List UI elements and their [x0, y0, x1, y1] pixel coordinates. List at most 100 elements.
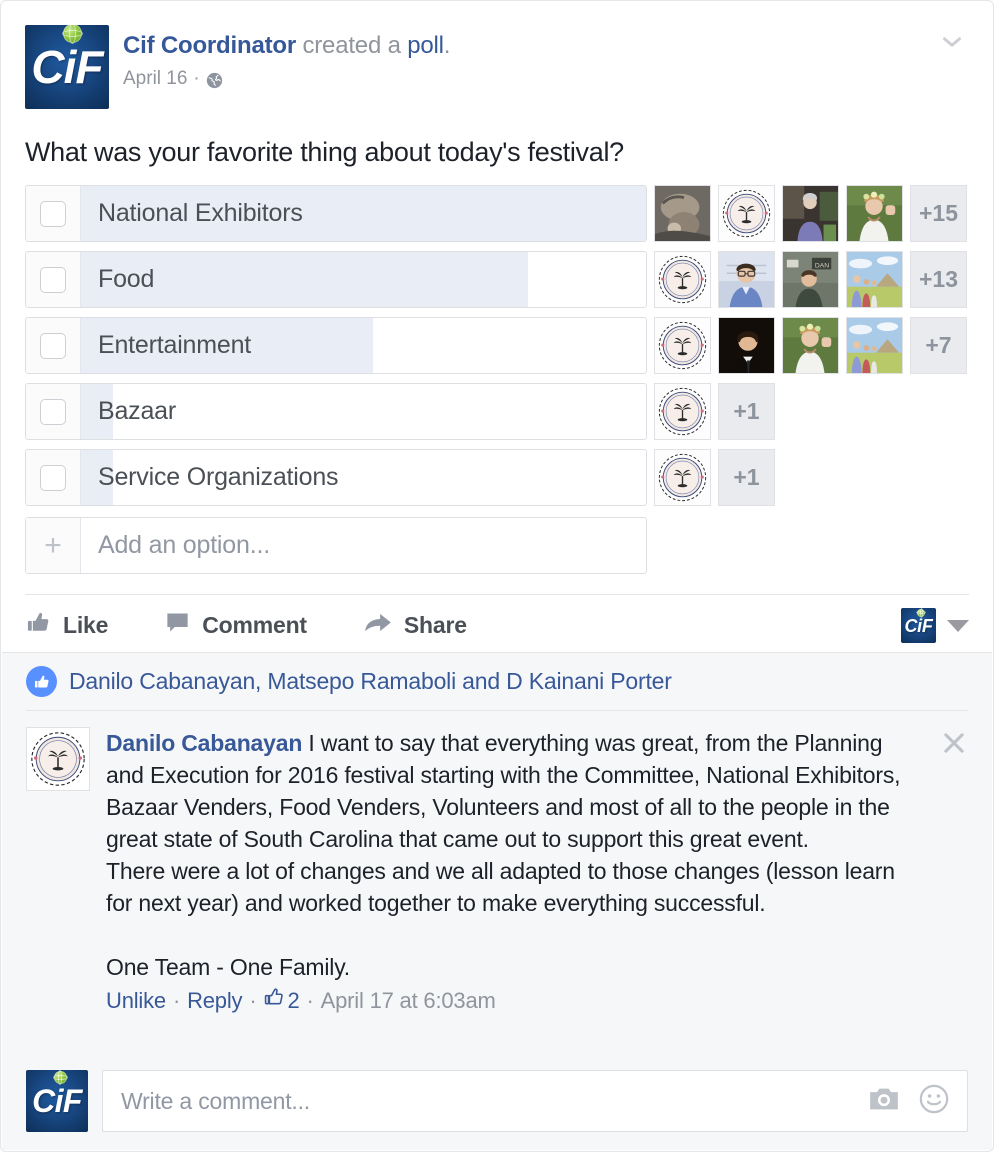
- comment-body: Danilo Cabanayan I want to say that ever…: [106, 727, 968, 1016]
- comment-timestamp[interactable]: April 17 at 6:03am: [321, 986, 496, 1016]
- like-button[interactable]: Like: [25, 609, 108, 642]
- voter-thumb-photo-woman-flowers[interactable]: [846, 185, 903, 242]
- voter-thumb-seal-emblem[interactable]: [654, 449, 711, 506]
- chevron-down-icon: [939, 29, 965, 60]
- cif-logo-icon: Ci F: [26, 1070, 88, 1132]
- poll-option-service-organizations[interactable]: Service Organizations: [25, 449, 647, 506]
- camera-icon[interactable]: [869, 1086, 899, 1117]
- comment-input-field[interactable]: Write a comment...: [102, 1070, 968, 1132]
- poll-voters-more-count[interactable]: +7: [910, 317, 967, 374]
- poll-option-checkbox-cell[interactable]: [26, 450, 81, 505]
- post-header: Ci F Cif Coordinator created a poll. Apri…: [1, 1, 993, 109]
- comment-item: Danilo Cabanayan I want to say that ever…: [26, 711, 968, 1016]
- comment-button[interactable]: Comment: [164, 609, 307, 642]
- comment-like-count[interactable]: 2: [263, 986, 300, 1016]
- comment-reply-link[interactable]: Reply: [187, 986, 242, 1016]
- add-option-box[interactable]: + Add an option...: [25, 517, 647, 574]
- comment-avatar[interactable]: [26, 727, 90, 791]
- poll-option-voters: +1: [654, 383, 775, 440]
- poll-options-list: National Exhibitors +15 Food DAN +13 Ent…: [1, 185, 993, 574]
- likes-names[interactable]: Danilo Cabanayan, Matsepo Ramaboli and D…: [69, 668, 672, 695]
- poll-option-label: Bazaar: [98, 397, 177, 425]
- post-action-text: created a: [295, 32, 408, 59]
- checkbox-icon[interactable]: [40, 266, 66, 293]
- smiley-icon[interactable]: [919, 1084, 949, 1119]
- voter-thumb-photo-man-glasses[interactable]: [718, 251, 775, 308]
- action-separator: ·: [172, 988, 181, 1013]
- comment-message: I want to say that everything was great,…: [106, 730, 901, 980]
- cif-logo-icon: Ci F: [25, 25, 109, 109]
- voter-thumb-photo-family-pyramid[interactable]: [846, 251, 903, 308]
- checkbox-icon[interactable]: [40, 464, 66, 491]
- share-button[interactable]: Share: [363, 609, 467, 642]
- checkbox-icon[interactable]: [40, 200, 66, 227]
- poll-voters-more-count[interactable]: +1: [718, 383, 775, 440]
- composer-avatar[interactable]: Ci F: [26, 1070, 88, 1132]
- poll-voters-more-count[interactable]: +13: [910, 251, 967, 308]
- post-byline: Cif Coordinator created a poll.: [123, 31, 969, 61]
- poll-option-voters: +15: [654, 185, 967, 242]
- poll-option-row: National Exhibitors +15: [25, 185, 969, 242]
- comment-like-count-value: 2: [287, 988, 300, 1013]
- poll-option-label: Service Organizations: [98, 463, 339, 491]
- chevron-down-icon[interactable]: [947, 619, 969, 632]
- poll-voters-more-count[interactable]: +15: [910, 185, 967, 242]
- post-byline-block: Cif Coordinator created a poll. April 16…: [123, 25, 969, 91]
- comment-button-label: Comment: [202, 612, 307, 638]
- poll-option-entertainment[interactable]: Entertainment: [25, 317, 647, 374]
- voter-thumb-seal-emblem[interactable]: [654, 383, 711, 440]
- post-meta: April 16 ·: [123, 67, 969, 91]
- post-action-bar: Like Comment Share Ci F: [25, 594, 969, 656]
- poll-option-voters: +7: [654, 317, 967, 374]
- voter-thumb-photo-family-pyramid[interactable]: [846, 317, 903, 374]
- comment-actions: Unlike · Reply · 2 · April 17 at 6:03am: [106, 986, 920, 1016]
- comment-composer: Ci F Write a comment...: [26, 1070, 968, 1132]
- voter-thumb-photo-boy-suit[interactable]: [718, 317, 775, 374]
- post-menu-button[interactable]: [937, 29, 967, 59]
- post-poll-link[interactable]: poll: [407, 32, 444, 59]
- poll-question: What was your favorite thing about today…: [25, 137, 624, 167]
- checkbox-icon[interactable]: [40, 332, 66, 359]
- account-avatar[interactable]: Ci F: [901, 608, 936, 643]
- voter-thumb-photo-woman-purple[interactable]: [782, 185, 839, 242]
- comment-input-placeholder: Write a comment...: [121, 1087, 310, 1114]
- comment-unlike-link[interactable]: Unlike: [106, 986, 166, 1016]
- add-option-input[interactable]: Add an option...: [81, 518, 646, 573]
- poll-option-label: Food: [98, 265, 155, 293]
- checkbox-icon[interactable]: [40, 398, 66, 425]
- poll-option-label: Entertainment: [98, 331, 252, 359]
- poll-option-label: National Exhibitors: [98, 199, 303, 227]
- voter-thumb-seal-emblem[interactable]: [718, 185, 775, 242]
- post-account-picker: Ci F: [901, 608, 969, 643]
- thumbs-up-badge-icon: [26, 666, 57, 697]
- poll-option-national-exhibitors[interactable]: National Exhibitors: [25, 185, 647, 242]
- poll-option-voters: +1: [654, 449, 775, 506]
- thumbs-up-outline-icon: [263, 986, 285, 1016]
- globe-icon: [206, 72, 223, 89]
- poll-option-row: Food DAN +13: [25, 251, 969, 308]
- facebook-post-card: Ci F Cif Coordinator created a poll. Apri…: [0, 0, 994, 1152]
- voter-thumb-seal-emblem[interactable]: [654, 317, 711, 374]
- voter-thumb-seal-emblem[interactable]: [654, 251, 711, 308]
- poll-option-checkbox-cell[interactable]: [26, 318, 81, 373]
- comment-author-link[interactable]: Danilo Cabanayan: [106, 730, 302, 756]
- meta-separator: ·: [193, 68, 200, 89]
- plus-icon: +: [26, 518, 81, 573]
- likes-summary-row: Danilo Cabanayan, Matsepo Ramaboli and D…: [26, 653, 968, 711]
- avatar[interactable]: Ci F: [25, 25, 109, 109]
- voter-thumb-photo-woman-flowers[interactable]: [782, 317, 839, 374]
- voter-thumb-photo-dog[interactable]: [654, 185, 711, 242]
- poll-option-checkbox-cell[interactable]: [26, 186, 81, 241]
- comment-text: Danilo Cabanayan I want to say that ever…: [106, 727, 920, 983]
- post-date[interactable]: April 16: [123, 67, 187, 91]
- poll-option-food[interactable]: Food: [25, 251, 647, 308]
- poll-option-checkbox-cell[interactable]: [26, 384, 81, 439]
- cif-logo-icon: Ci F: [901, 608, 936, 643]
- poll-option-checkbox-cell[interactable]: [26, 252, 81, 307]
- voter-thumb-photo-man-street[interactable]: DAN: [782, 251, 839, 308]
- poll-voters-more-count[interactable]: +1: [718, 449, 775, 506]
- post-author-link[interactable]: Cif Coordinator: [123, 32, 296, 59]
- close-icon[interactable]: [940, 729, 968, 757]
- poll-option-row: Entertainment +7: [25, 317, 969, 374]
- poll-option-bazaar[interactable]: Bazaar: [25, 383, 647, 440]
